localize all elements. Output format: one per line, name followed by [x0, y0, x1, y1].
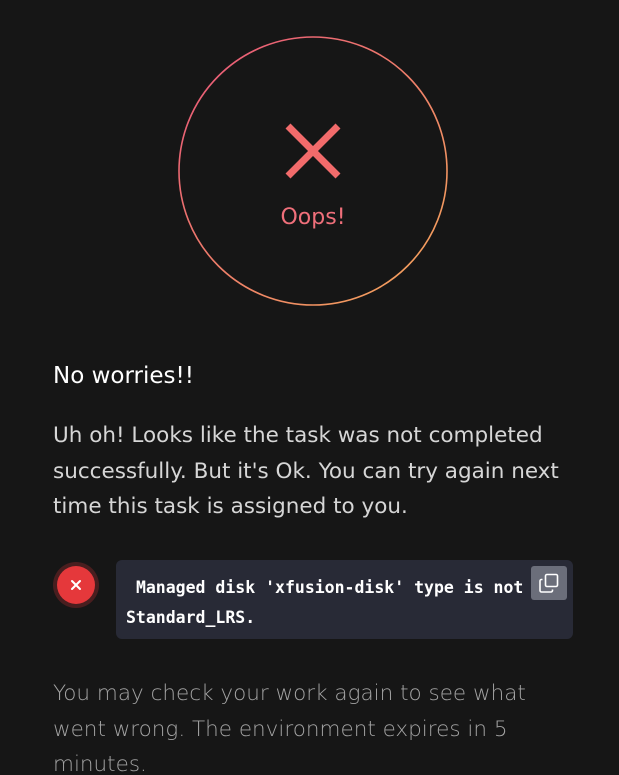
error-icon	[71, 580, 81, 590]
page-heading: No worries!!	[53, 363, 194, 389]
result-code-text: Managed disk 'xfusion-disk' type is not …	[126, 578, 534, 627]
copy-button[interactable]	[531, 566, 567, 600]
status-label: Oops!	[280, 205, 346, 230]
error-badge	[57, 566, 95, 604]
result-code-block: Managed disk 'xfusion-disk' type is not …	[116, 560, 573, 639]
task-result-page: Oops! No worries!! Uh oh! Looks like the…	[0, 0, 619, 775]
status-ring	[178, 36, 448, 306]
status-circle: Oops!	[177, 35, 449, 307]
footer-note: You may check your work again to see wha…	[53, 681, 526, 775]
result-message: Uh oh! Looks like the task was not compl…	[53, 423, 559, 519]
copy-icon	[539, 573, 559, 593]
